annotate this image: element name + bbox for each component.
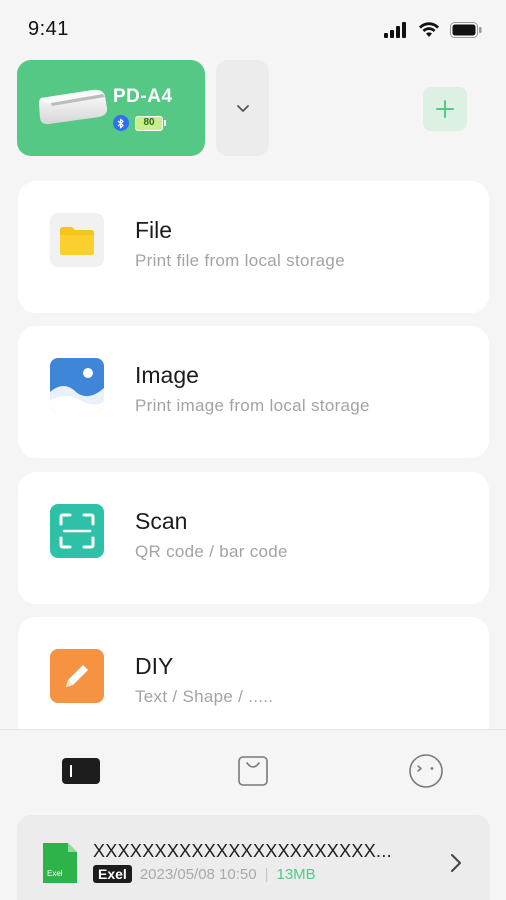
meta-separator: | — [264, 865, 269, 883]
shop-bag-icon — [238, 756, 268, 786]
excel-icon-label: Exel — [47, 869, 63, 878]
image-option-subtitle: Print image from local storage — [135, 396, 370, 415]
nav-print-tab[interactable] — [57, 750, 105, 792]
file-name: XXXXXXXXXXXXXXXXXXXXXXX... — [93, 841, 392, 861]
battery-level: 80 — [135, 115, 166, 131]
chevron-right-icon — [451, 854, 461, 872]
file-size: 13MB — [276, 865, 316, 883]
file-option-subtitle: Print file from local storage — [135, 251, 345, 270]
nav-shop-tab[interactable] — [229, 750, 277, 792]
excel-file-icon: Exel — [43, 843, 77, 883]
folder-icon — [50, 213, 104, 267]
file-option-title: File — [135, 217, 173, 243]
chevron-down-icon — [236, 104, 249, 112]
diy-option-subtitle: Text / Shape / ..... — [135, 687, 274, 706]
signal-icon — [384, 22, 406, 38]
device-dropdown-button[interactable] — [216, 60, 269, 156]
profile-face-icon — [409, 754, 443, 788]
image-option-card[interactable]: Image Print image from local storage — [18, 326, 489, 458]
battery-status-icon — [450, 22, 482, 38]
file-option-card[interactable]: File Print file from local storage — [18, 181, 489, 313]
printer-tab-icon — [62, 758, 100, 784]
bluetooth-icon — [113, 115, 129, 131]
bottom-navigation — [0, 729, 506, 815]
scan-option-card[interactable]: Scan QR code / bar code — [18, 472, 489, 604]
scan-option-subtitle: QR code / bar code — [135, 542, 288, 561]
device-card[interactable]: PD-A4 80 — [17, 60, 205, 156]
device-status: 80 — [113, 115, 166, 131]
plus-icon — [436, 100, 454, 118]
file-type-badge: Exel — [93, 865, 132, 883]
image-option-title: Image — [135, 362, 199, 388]
image-icon — [50, 358, 104, 412]
add-device-button[interactable] — [423, 87, 467, 131]
status-bar: 9:41 — [0, 0, 506, 60]
device-name: PD-A4 — [113, 86, 173, 107]
printer-image — [39, 89, 108, 125]
status-time: 9:41 — [28, 18, 69, 40]
recent-file-item[interactable]: Exel XXXXXXXXXXXXXXXXXXXXXXX... Exel 202… — [17, 815, 490, 900]
file-date: 2023/05/08 10:50 — [139, 865, 257, 883]
status-icons — [384, 18, 482, 42]
diy-option-title: DIY — [135, 653, 174, 679]
file-meta: Exel 2023/05/08 10:50 | 13MB — [93, 865, 316, 883]
scan-icon — [50, 504, 104, 558]
nav-profile-tab[interactable] — [402, 750, 450, 792]
scan-option-title: Scan — [135, 508, 188, 534]
wifi-icon — [419, 22, 439, 37]
pencil-icon — [50, 649, 104, 703]
